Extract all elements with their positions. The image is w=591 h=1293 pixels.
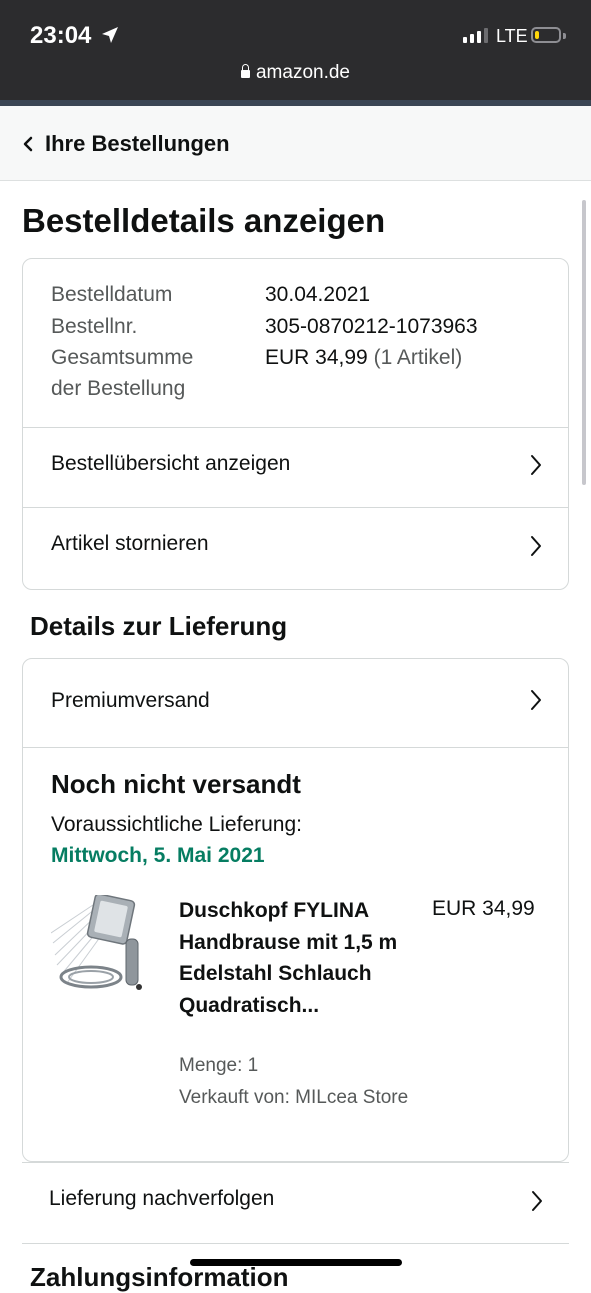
order-item-count: (1 Artikel) [373,346,463,369]
cancel-items-link[interactable]: Artikel stornieren [51,532,209,556]
expected-delivery-label: Voraussichtliche Lieferung: [51,813,302,836]
order-total-label-line2: der Bestellung [51,377,186,400]
back-nav[interactable]: Ihre Bestellungen [0,106,591,181]
page-title: Bestelldetails anzeigen [22,202,386,239]
product-quantity: Menge: 1 [179,1055,259,1076]
url-bar[interactable]: amazon.de [0,62,591,84]
chevron-right-icon[interactable] [529,453,543,477]
order-summary-card: Bestelldatum 30.04.2021 Bestellnr. 305-0… [22,258,569,590]
scrollbar[interactable] [582,200,586,485]
location-arrow-icon [102,27,118,43]
product-price: EUR 34,99 [432,897,535,920]
url-text: amazon.de [255,62,350,83]
order-total-value: EUR 34,99 (1 Artikel) [265,346,462,370]
divider [23,747,568,748]
shipping-method-link[interactable]: Premiumversand [51,689,210,713]
product-thumbnail[interactable] [51,895,146,1000]
chevron-left-icon [23,136,33,152]
divider [23,427,568,428]
chevron-right-icon[interactable] [529,534,543,558]
lock-icon [240,64,250,78]
battery-icon [531,27,561,43]
divider [23,507,568,508]
order-date-value: 30.04.2021 [265,283,371,306]
network-type: LTE [496,26,528,46]
order-number-label: Bestellnr. [51,315,138,338]
chevron-right-icon[interactable] [529,688,543,712]
order-total-label-line1: Gesamtsumme [51,346,194,369]
view-summary-link[interactable]: Bestellübersicht anzeigen [51,452,290,476]
delivery-card: Premiumversand Noch nicht versandt Vorau… [22,658,569,1162]
home-indicator[interactable] [190,1259,402,1266]
shipment-status: Noch nicht versandt [51,769,301,799]
order-date-label: Bestelldatum [51,283,173,306]
chevron-right-icon[interactable] [530,1189,544,1213]
back-link-label[interactable]: Ihre Bestellungen [45,131,230,157]
order-number-value: 305-0870212-1073963 [265,315,478,338]
battery-tip [563,33,566,39]
signal-icon [463,28,488,43]
track-delivery-label[interactable]: Lieferung nachverfolgen [49,1187,274,1211]
order-total-amount: EUR 34,99 [265,346,368,369]
status-bar: 23:04 LTE amazon.de [0,0,591,100]
payment-section-title: Zahlungsinformation [30,1262,289,1292]
expected-delivery-date: Mittwoch, 5. Mai 2021 [51,844,265,867]
track-delivery-row[interactable]: Lieferung nachverfolgen [22,1162,569,1244]
product-seller: Verkauft von: MILcea Store [179,1087,409,1108]
product-title[interactable]: Duschkopf FYLINA Handbrause mit 1,5 m Ed… [179,895,409,1021]
delivery-section-title: Details zur Lieferung [30,611,288,641]
status-time: 23:04 [30,22,92,49]
